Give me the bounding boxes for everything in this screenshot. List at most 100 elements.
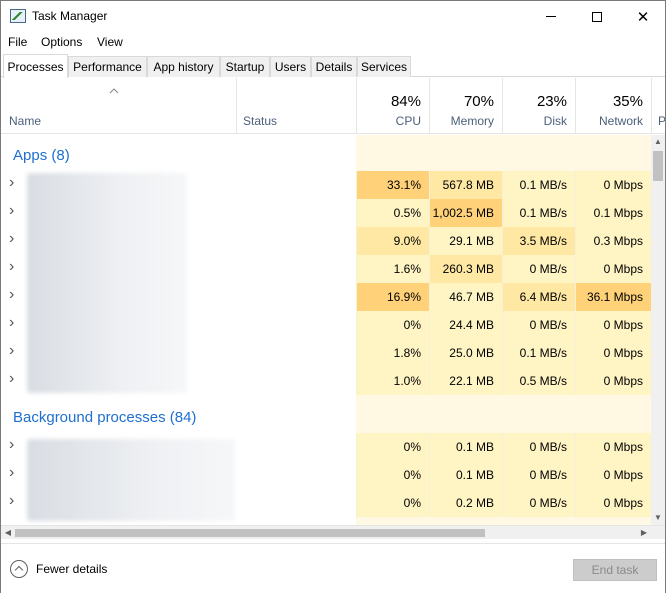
column-header: Name Status 84% CPU 70% Memory 23% Disk … bbox=[1, 78, 665, 134]
cpu-cell: 0% bbox=[356, 489, 429, 517]
fewer-details-link[interactable]: Fewer details bbox=[36, 562, 107, 576]
disk-cell: 0 MB/s bbox=[502, 255, 575, 283]
tab-startup[interactable]: Startup bbox=[220, 56, 270, 77]
disk-cell: 0 MB/s bbox=[502, 311, 575, 339]
disk-cell: 0 MB/s bbox=[502, 489, 575, 517]
disk-cell: 6.4 MB/s bbox=[502, 283, 575, 311]
app-process-row[interactable]: › 1.0% 22.1 MB 0.5 MB/s 0 Mbps bbox=[1, 367, 651, 395]
expand-chevron-icon[interactable]: › bbox=[9, 464, 19, 481]
disk-cell: 3.5 MB/s bbox=[502, 227, 575, 255]
memory-cell: 567.8 MB bbox=[429, 171, 502, 199]
vertical-scroll-thumb[interactable] bbox=[653, 151, 663, 181]
network-cell: 36.1 Mbps bbox=[575, 283, 651, 311]
cpu-cell: 1.6% bbox=[356, 255, 429, 283]
network-cell: 0 Mbps bbox=[575, 339, 651, 367]
horizontal-scrollbar[interactable]: ◀ ▶ bbox=[1, 525, 665, 539]
group-background-header[interactable]: Background processes (84) bbox=[13, 409, 196, 426]
column-network-header[interactable]: 35% Network bbox=[575, 78, 651, 134]
disk-cell: 0.1 MB/s bbox=[502, 199, 575, 227]
disk-cell: 0 MB/s bbox=[502, 461, 575, 489]
column-disk-header[interactable]: 23% Disk bbox=[502, 78, 575, 134]
minimize-button[interactable] bbox=[528, 1, 574, 32]
app-process-row[interactable]: › 1.6% 260.3 MB 0 MB/s 0 Mbps bbox=[1, 255, 651, 283]
app-process-row[interactable]: › 0.5% 1,002.5 MB 0.1 MB/s 0.1 Mbps bbox=[1, 199, 651, 227]
column-power-label: P bbox=[658, 114, 665, 128]
background-process-row[interactable]: › 0% 0.2 MB 0 MB/s 0 Mbps bbox=[1, 489, 651, 517]
maximize-button[interactable] bbox=[574, 1, 620, 32]
column-status-header[interactable]: Status bbox=[236, 78, 356, 134]
memory-cell: 0.1 MB bbox=[429, 433, 502, 461]
tab-processes[interactable]: Processes bbox=[3, 54, 68, 78]
expand-chevron-icon[interactable]: › bbox=[9, 370, 19, 387]
memory-cell: 1,002.5 MB bbox=[429, 199, 502, 227]
column-name-header[interactable]: Name bbox=[1, 78, 236, 134]
background-process-row[interactable]: › 0% 0.1 MB 0 MB/s 0 Mbps bbox=[1, 433, 651, 461]
menu-options[interactable]: Options bbox=[41, 35, 82, 49]
close-icon: ✕ bbox=[636, 8, 650, 26]
network-cell: 0 Mbps bbox=[575, 367, 651, 395]
column-memory-header[interactable]: 70% Memory bbox=[429, 78, 502, 134]
tab-users[interactable]: Users bbox=[270, 56, 311, 77]
column-power-header[interactable]: P bbox=[651, 78, 665, 134]
cpu-cell: 0% bbox=[356, 311, 429, 339]
cpu-cell: 9.0% bbox=[356, 227, 429, 255]
expand-chevron-icon[interactable]: › bbox=[9, 342, 19, 359]
scroll-right-arrow-icon[interactable]: ▶ bbox=[637, 526, 651, 540]
expand-chevron-icon[interactable]: › bbox=[9, 202, 19, 219]
cpu-cell: 0.5% bbox=[356, 199, 429, 227]
chevron-up-circle-icon[interactable] bbox=[10, 560, 28, 578]
memory-cell: 260.3 MB bbox=[429, 255, 502, 283]
expand-chevron-icon[interactable]: › bbox=[9, 314, 19, 331]
window-title: Task Manager bbox=[32, 9, 108, 23]
column-memory-label: Memory bbox=[450, 114, 494, 128]
tab-details[interactable]: Details bbox=[311, 56, 357, 77]
expand-chevron-icon[interactable]: › bbox=[9, 174, 19, 191]
scroll-up-arrow-icon[interactable]: ▲ bbox=[651, 135, 665, 149]
expand-chevron-icon[interactable]: › bbox=[9, 286, 19, 303]
group-apps-header[interactable]: Apps (8) bbox=[13, 147, 70, 164]
memory-cell: 29.1 MB bbox=[429, 227, 502, 255]
network-cell: 0.1 Mbps bbox=[575, 199, 651, 227]
memory-cell: 0.1 MB bbox=[429, 461, 502, 489]
memory-cell: 25.0 MB bbox=[429, 339, 502, 367]
app-process-row[interactable]: › 0% 24.4 MB 0 MB/s 0 Mbps bbox=[1, 311, 651, 339]
title-bar[interactable]: Task Manager ✕ bbox=[1, 1, 665, 32]
tab-app-history[interactable]: App history bbox=[147, 56, 220, 77]
disk-cell: 0.5 MB/s bbox=[502, 367, 575, 395]
tab-performance[interactable]: Performance bbox=[68, 56, 147, 77]
network-cell: 0 Mbps bbox=[575, 255, 651, 283]
disk-cell: 0.1 MB/s bbox=[502, 171, 575, 199]
cpu-total-percent: 84% bbox=[390, 93, 421, 110]
disk-cell: 0 MB/s bbox=[502, 433, 575, 461]
app-process-row[interactable]: › 16.9% 46.7 MB 6.4 MB/s 36.1 Mbps bbox=[1, 283, 651, 311]
process-list: Apps (8) Background processes (84) › 33.1… bbox=[1, 135, 651, 525]
tab-services[interactable]: Services bbox=[357, 56, 411, 77]
memory-cell: 24.4 MB bbox=[429, 311, 502, 339]
cpu-cell: 16.9% bbox=[356, 283, 429, 311]
expand-chevron-icon[interactable]: › bbox=[9, 258, 19, 275]
horizontal-scroll-thumb[interactable] bbox=[15, 529, 485, 537]
app-process-row[interactable]: › 1.8% 25.0 MB 0.1 MB/s 0 Mbps bbox=[1, 339, 651, 367]
footer-bar: Fewer details End task bbox=[1, 543, 665, 593]
app-process-row[interactable]: › 33.1% 567.8 MB 0.1 MB/s 0 Mbps bbox=[1, 171, 651, 199]
background-process-row[interactable]: › 0% 0.1 MB 0 MB/s 0 Mbps bbox=[1, 461, 651, 489]
disk-cell: 0.1 MB/s bbox=[502, 339, 575, 367]
close-button[interactable]: ✕ bbox=[620, 1, 666, 32]
menu-file[interactable]: File bbox=[8, 35, 27, 49]
menu-view[interactable]: View bbox=[97, 35, 123, 49]
network-cell: 0 Mbps bbox=[575, 311, 651, 339]
network-cell: 0 Mbps bbox=[575, 433, 651, 461]
maximize-icon bbox=[592, 11, 602, 22]
end-task-button[interactable]: End task bbox=[573, 559, 657, 581]
cpu-cell: 33.1% bbox=[356, 171, 429, 199]
scroll-down-arrow-icon[interactable]: ▼ bbox=[651, 511, 665, 525]
expand-chevron-icon[interactable]: › bbox=[9, 492, 19, 509]
scroll-left-arrow-icon[interactable]: ◀ bbox=[1, 526, 15, 540]
memory-cell: 46.7 MB bbox=[429, 283, 502, 311]
app-process-row[interactable]: › 9.0% 29.1 MB 3.5 MB/s 0.3 Mbps bbox=[1, 227, 651, 255]
column-cpu-header[interactable]: 84% CPU bbox=[356, 78, 429, 134]
expand-chevron-icon[interactable]: › bbox=[9, 436, 19, 453]
column-status-label: Status bbox=[243, 114, 278, 128]
expand-chevron-icon[interactable]: › bbox=[9, 230, 19, 247]
vertical-scrollbar[interactable]: ▲ ▼ bbox=[651, 135, 665, 525]
